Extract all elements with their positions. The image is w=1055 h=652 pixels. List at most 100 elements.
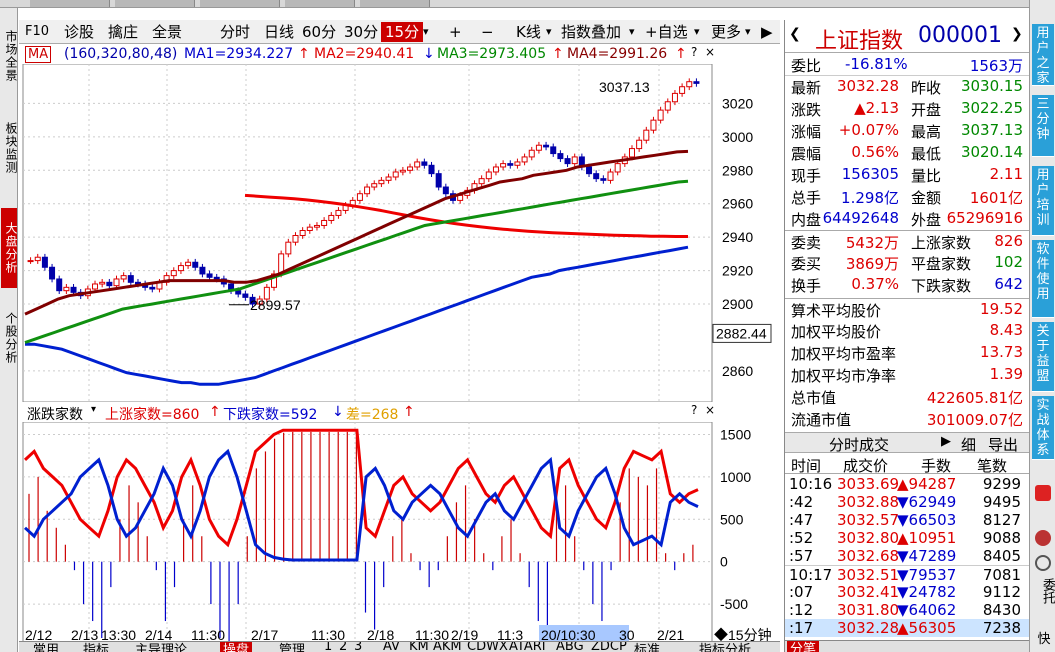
x-tick-label: 2/17 xyxy=(251,627,278,642)
zoom-out-button[interactable]: − xyxy=(481,22,494,42)
60min-button[interactable]: 60分 xyxy=(302,22,336,42)
bottom-tab-theory[interactable]: 主导理论 xyxy=(135,642,187,652)
main-close-icon[interactable]: × xyxy=(705,45,715,59)
x-tick-label: 2/21 xyxy=(657,627,684,642)
menu-strip-item[interactable] xyxy=(30,0,110,7)
bottom-tab-common[interactable]: 常用 xyxy=(33,642,59,652)
bottom-tab-trading[interactable]: 操盘 xyxy=(220,642,253,652)
tick-tab-label[interactable]: 分时成交 xyxy=(829,434,889,455)
quote-value: 102 xyxy=(994,253,1023,271)
quote-value: 3032.28 xyxy=(836,77,899,95)
sub-close-icon[interactable]: × xyxy=(705,403,715,417)
diagnose-button[interactable]: 诊股 xyxy=(64,22,94,42)
next-stock-icon[interactable]: ❯ xyxy=(1011,26,1023,42)
tick-row[interactable]: :07 3032.41 ▼24782 9112 xyxy=(785,583,1029,601)
ma-indicator-label[interactable]: MA xyxy=(25,46,52,63)
side-red-icon[interactable] xyxy=(1035,485,1051,501)
period-dropdown-icon[interactable]: ▾ xyxy=(423,22,429,42)
menu-strip-item[interactable] xyxy=(200,0,280,7)
bottom-tab-abg[interactable]: ABG xyxy=(556,642,584,652)
bottom-tab-av[interactable]: AV xyxy=(383,642,400,652)
tick-row[interactable]: :12 3031.80 ▼64062 8430 xyxy=(785,601,1029,619)
left-tab-sector-monitor[interactable]: 板块监测 xyxy=(1,103,18,193)
chart-panel: MA (160,320,80,48) MA1=2934.227 ↑ MA2=29… xyxy=(19,45,780,652)
left-tab-stock-analysis[interactable]: 个股分析 xyxy=(1,303,18,373)
side-tab-about[interactable]: 关于益盟 xyxy=(1032,322,1054,392)
bottom-tab-indicator[interactable]: 指标 xyxy=(83,642,109,652)
candle-body xyxy=(113,278,120,287)
bottom-tab-cdwx[interactable]: CDWX xyxy=(467,642,508,652)
intraday-button[interactable]: 分时 xyxy=(220,22,250,42)
quote-bottom-tabs: 分笔 xyxy=(785,640,1029,652)
30min-button[interactable]: 30分 xyxy=(344,22,378,42)
side-order-label[interactable]: 委托 xyxy=(1033,578,1055,604)
menu-strip-item[interactable] xyxy=(115,0,195,7)
kline-button[interactable]: K线 xyxy=(516,22,541,42)
quote-label: 最新 xyxy=(791,79,822,97)
candle-body xyxy=(192,261,199,268)
tick-export-tab[interactable]: 导出 xyxy=(988,434,1018,455)
tick-row[interactable]: :42 3032.88 ▼62949 9495 xyxy=(785,493,1029,511)
15min-button[interactable]: 15分 xyxy=(381,22,424,42)
bottom-tab-1[interactable]: 1 xyxy=(324,642,332,652)
bottom-tab-2[interactable]: 2 xyxy=(339,642,347,652)
bottom-tab-indicator-analysis[interactable]: 指标分析 xyxy=(699,642,751,652)
side-tab-user-home[interactable]: 用户之家 xyxy=(1032,24,1054,86)
tick-play-icon[interactable]: ▶ xyxy=(941,434,951,449)
overlay-dropdown-icon[interactable]: ▾ xyxy=(629,22,635,42)
zoom-in-button[interactable]: + xyxy=(449,22,462,42)
bottom-tab-zdcp[interactable]: ZDCP xyxy=(591,642,627,652)
side-tab-software-usage[interactable]: 软件使用 xyxy=(1032,240,1054,318)
collapse-panel-icon[interactable]: ▶ xyxy=(761,22,773,42)
sub-indicator-dropdown-icon[interactable]: ▾ xyxy=(91,404,96,415)
side-tab-practice-system[interactable]: 实战体系 xyxy=(1032,396,1054,460)
candle-body xyxy=(507,163,514,166)
daily-button[interactable]: 日线 xyxy=(264,22,294,42)
quote-label: 换手 xyxy=(791,277,822,295)
far-right-sidebar: 用户之家 三分钟 用户培训 软件使用 关于益盟 实战体系 委托 快 xyxy=(1029,0,1055,652)
tick-row[interactable]: :57 3032.68 ▼47289 8405 xyxy=(785,547,1029,565)
tick-row[interactable]: 10:16 3033.69 ▲94287 9299 xyxy=(785,475,1029,493)
watchlist-dropdown-icon[interactable]: ▾ xyxy=(694,22,700,42)
add-watchlist-button[interactable]: +自选 xyxy=(645,22,688,42)
side-search-icon[interactable] xyxy=(1035,555,1051,571)
prev-stock-icon[interactable]: ❮ xyxy=(789,26,801,42)
tick-row[interactable]: 10:17 3032.51 ▼79537 7081 xyxy=(785,565,1029,584)
f10-button[interactable]: F10 xyxy=(25,22,49,42)
menu-strip-item[interactable] xyxy=(360,0,430,7)
banker-button[interactable]: 擒庄 xyxy=(108,22,138,42)
bottom-tab-standard[interactable]: 标准 xyxy=(634,642,660,652)
bottom-tab-km[interactable]: KM xyxy=(409,642,429,652)
panorama-button[interactable]: 全景 xyxy=(152,22,182,42)
bottom-tab-3[interactable]: 3 xyxy=(354,642,362,652)
left-tab-index-analysis[interactable]: 大盘分析 xyxy=(1,208,18,288)
sub-indicator-title[interactable]: 涨跌家数 xyxy=(27,404,83,424)
side-person-icon[interactable] xyxy=(1035,530,1051,546)
menu-strip-item[interactable] xyxy=(285,0,355,7)
bottom-tab-akm[interactable]: AKM xyxy=(433,642,462,652)
tick-row[interactable]: :17 3032.28 ▲56305 7238 xyxy=(785,619,1029,637)
index-overlay-button[interactable]: 指数叠加 xyxy=(561,22,621,42)
more-dropdown-icon[interactable]: ▾ xyxy=(745,22,751,42)
main-help-icon[interactable]: ? xyxy=(691,45,697,59)
sub-plot-frame xyxy=(22,422,713,642)
quote-row: 总市值 422605.81亿 xyxy=(785,386,1029,408)
quote-value: 3869万 xyxy=(845,255,899,273)
quote-row: 现手 156305 量比 2.11 xyxy=(785,164,1029,186)
tick-time: 10:17 xyxy=(789,566,833,584)
sub-help-icon[interactable]: ? xyxy=(691,403,697,417)
side-tab-user-training[interactable]: 用户培训 xyxy=(1032,166,1054,236)
quote-bottom-tab-1[interactable]: 分笔 xyxy=(787,641,820,652)
side-tab-three-minutes[interactable]: 三分钟 xyxy=(1032,95,1054,157)
tick-price: 3032.57 xyxy=(837,511,900,529)
candle-body xyxy=(485,171,492,180)
left-tab-market-overview[interactable]: 市场全景 xyxy=(1,22,18,90)
tick-row[interactable]: :47 3032.57 ▼66503 8127 xyxy=(785,511,1029,529)
more-button[interactable]: 更多 xyxy=(711,22,741,42)
kline-dropdown-icon[interactable]: ▾ xyxy=(546,22,552,42)
bottom-tab-manage[interactable]: 管理 xyxy=(279,642,305,652)
bottom-tab-atari[interactable]: ATARI xyxy=(509,642,546,652)
side-fast-label[interactable]: 快 xyxy=(1033,628,1055,647)
tick-row[interactable]: :52 3032.80 ▲10951 9088 xyxy=(785,529,1029,547)
tick-detail-tab[interactable]: 细 xyxy=(961,434,976,455)
